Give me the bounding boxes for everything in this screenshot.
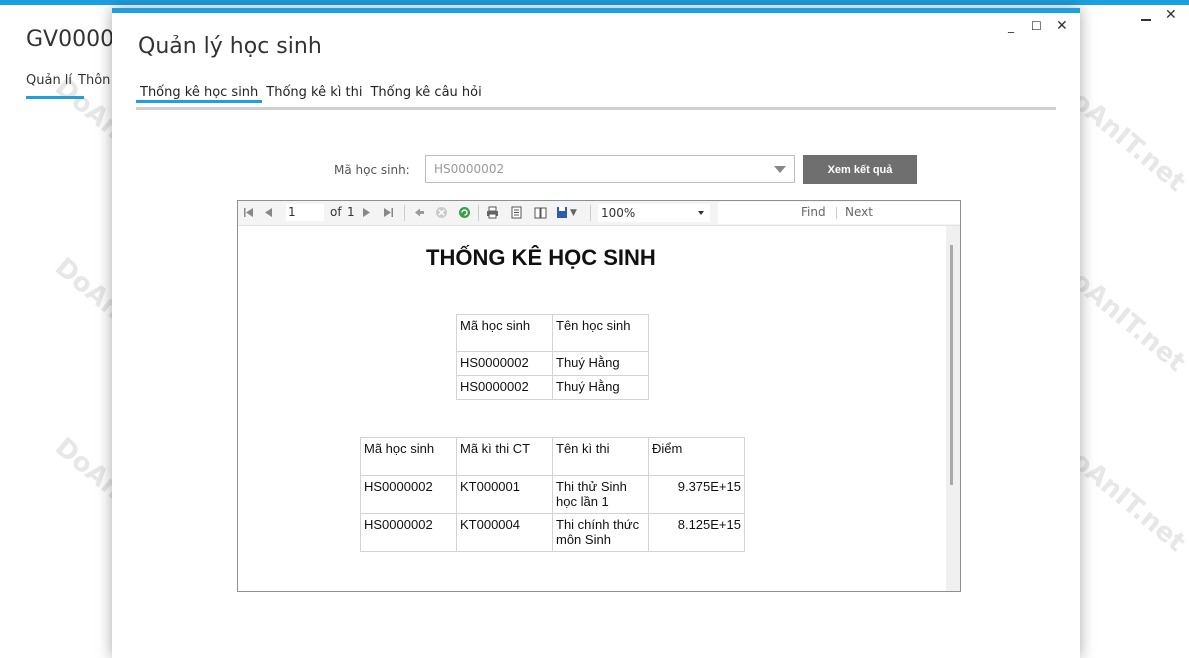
table-cell: Thi chính thức môn Sinh	[552, 513, 649, 552]
close-icon[interactable]: ✕	[1056, 18, 1068, 34]
table-cell-score: 9.375E+15	[648, 475, 745, 514]
table-cell: HS0000002	[360, 513, 457, 552]
tab-divider	[136, 107, 1056, 110]
maximize-icon[interactable]: ☐	[1031, 19, 1042, 33]
student-management-dialog: _ ☐ ✕ Quản lý học sinh Thống kê học sinh…	[112, 8, 1080, 658]
table-header-cell: Mã học sinh	[456, 314, 553, 352]
toolbar-separator	[478, 205, 479, 221]
background-tabs: Quản lí Thôn	[26, 73, 116, 88]
zoom-value: 100%	[601, 206, 636, 220]
table-row: HS0000002 Thuý Hằng	[456, 375, 649, 400]
table-cell: Thi thử Sinh học lần 1	[552, 475, 649, 514]
toolbar-separator	[836, 207, 837, 219]
tab-exam-stats[interactable]: Thống kê kì thi	[262, 81, 366, 100]
report-title: THỐNG KÊ HỌC SINH	[426, 245, 656, 270]
dialog-title: Quản lý học sinh	[138, 34, 322, 59]
page-setup-icon[interactable]	[534, 206, 547, 219]
print-layout-icon[interactable]	[510, 206, 523, 219]
table-header-cell: Điểm	[648, 437, 745, 476]
report-viewer: 1 of 1 ▼ 100% Find Next THỐNG KÊ HỌC SIN…	[237, 200, 961, 592]
page-number-input[interactable]: 1	[286, 204, 324, 221]
save-export-icon[interactable]	[556, 206, 569, 219]
background-tab-thong[interactable]: Thôn	[78, 73, 110, 88]
view-results-button[interactable]: Xem kết quả	[803, 155, 917, 184]
next-button[interactable]: Next	[845, 205, 873, 219]
student-id-value: HS0000002	[434, 162, 505, 176]
table-cell-score: 8.125E+15	[648, 513, 745, 552]
scrollbar-thumb[interactable]	[950, 245, 953, 485]
report-toolbar: 1 of 1 ▼ 100% Find Next	[238, 201, 960, 226]
refresh-icon[interactable]	[458, 206, 471, 219]
student-table: Mã học sinh Tên học sinh HS0000002 Thuý …	[456, 314, 649, 400]
export-chevron-down-icon[interactable]: ▼	[570, 208, 577, 218]
table-cell: HS0000002	[456, 351, 553, 376]
toolbar-separator	[590, 205, 591, 221]
table-cell: KT000001	[456, 475, 553, 514]
background-minimize-icon[interactable]	[1141, 19, 1151, 21]
table-header-cell: Mã kì thi CT	[456, 437, 553, 476]
table-cell: Thuý Hằng	[552, 375, 649, 400]
zoom-select[interactable]: 100%	[598, 204, 710, 222]
table-row: HS0000002 Thuý Hằng	[456, 351, 649, 376]
table-cell: HS0000002	[360, 475, 457, 514]
page-of-label: of	[330, 205, 342, 219]
table-header-row: Mã học sinh Mã kì thi CT Tên kì thi Điểm	[360, 437, 745, 476]
table-header-cell: Mã học sinh	[360, 437, 457, 476]
table-row: HS0000002 KT000004 Thi chính thức môn Si…	[360, 513, 745, 552]
exam-results-table: Mã học sinh Mã kì thi CT Tên kì thi Điểm…	[360, 437, 745, 552]
chevron-down-icon[interactable]	[774, 166, 786, 173]
table-row: HS0000002 KT000001 Thi thử Sinh học lần …	[360, 475, 745, 514]
student-id-label: Mã học sinh:	[334, 163, 410, 177]
minimize-icon[interactable]: _	[1008, 19, 1014, 33]
next-page-icon[interactable]	[360, 206, 373, 219]
find-text-input[interactable]	[718, 202, 960, 224]
previous-page-icon[interactable]	[262, 206, 275, 219]
tab-student-stats[interactable]: Thống kê học sinh	[136, 81, 263, 103]
toolbar-separator	[404, 205, 405, 221]
chevron-down-icon[interactable]	[698, 211, 704, 215]
back-icon[interactable]	[413, 206, 426, 219]
top-accent-bar	[0, 0, 1189, 5]
table-header-cell: Tên học sinh	[552, 314, 649, 352]
table-cell: KT000004	[456, 513, 553, 552]
page-total: 1	[347, 205, 355, 219]
last-page-icon[interactable]	[382, 206, 395, 219]
table-header-cell: Tên kì thi	[552, 437, 649, 476]
stop-icon[interactable]	[435, 206, 448, 219]
table-cell: Thuý Hằng	[552, 351, 649, 376]
table-cell: HS0000002	[456, 375, 553, 400]
print-icon[interactable]	[486, 206, 499, 219]
background-close-icon[interactable]: ✕	[1165, 7, 1177, 23]
background-tab-quanli[interactable]: Quản lí	[26, 73, 72, 88]
tab-question-stats[interactable]: Thống kê câu hỏi	[366, 81, 485, 100]
first-page-icon[interactable]	[242, 206, 255, 219]
table-header-row: Mã học sinh Tên học sinh	[456, 314, 649, 352]
find-button[interactable]: Find	[801, 205, 826, 219]
student-id-combobox[interactable]: HS0000002	[425, 155, 795, 183]
vertical-scrollbar[interactable]	[946, 226, 960, 591]
background-tab-underline	[26, 96, 84, 99]
